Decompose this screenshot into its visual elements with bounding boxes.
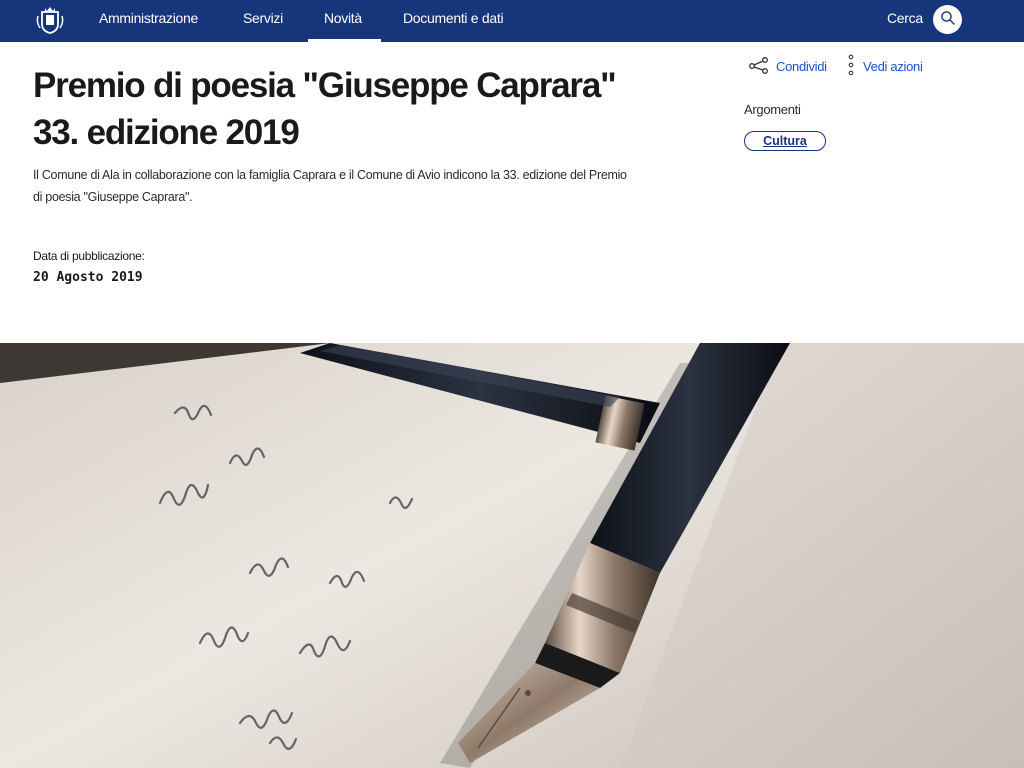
hero-image bbox=[0, 343, 1024, 768]
title-line-1: Premio di poesia "Giuseppe Caprara" bbox=[33, 66, 617, 105]
share-button[interactable]: Condividi bbox=[748, 56, 827, 76]
article-description: Il Comune di Ala in collaborazione con l… bbox=[33, 168, 627, 204]
search-button[interactable] bbox=[933, 5, 962, 34]
share-label: Condividi bbox=[776, 58, 827, 74]
search-icon bbox=[940, 10, 956, 29]
more-vertical-icon bbox=[848, 54, 854, 79]
nav-item-amministrazione[interactable]: Amministrazione bbox=[99, 0, 198, 42]
publication-date: 20 Agosto 2019 bbox=[33, 270, 143, 285]
main-navbar: Amministrazione Servizi Novità Documenti… bbox=[0, 0, 1024, 42]
publication-date-label: Data di pubblicazione: bbox=[33, 249, 145, 263]
topics-label: Argomenti bbox=[744, 102, 801, 117]
nav-item-novita[interactable]: Novità bbox=[308, 0, 381, 42]
page-title: Premio di poesia "Giuseppe Caprara" 33. … bbox=[33, 62, 673, 156]
actions-label: Vedi azioni bbox=[863, 58, 923, 74]
nav-item-documenti-e-dati[interactable]: Documenti e dati bbox=[403, 0, 504, 42]
municipality-crest-icon[interactable] bbox=[34, 4, 66, 36]
title-line-2: 33. edizione 2019 bbox=[33, 113, 300, 152]
share-icon bbox=[748, 56, 770, 77]
topic-chip-cultura[interactable]: Cultura bbox=[744, 131, 826, 151]
actions-button[interactable]: Vedi azioni bbox=[848, 54, 923, 79]
nav-item-servizi[interactable]: Servizi bbox=[243, 0, 283, 42]
search-label[interactable]: Cerca bbox=[887, 0, 923, 42]
